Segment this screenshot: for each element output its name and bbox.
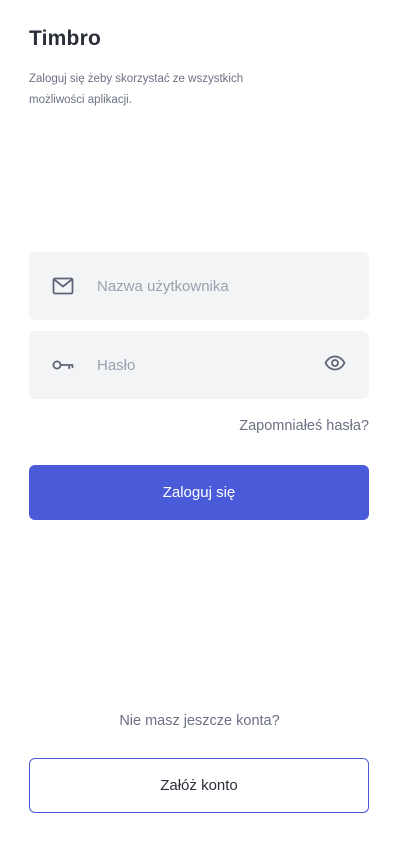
login-button[interactable]: Zaloguj się: [29, 465, 369, 520]
forgot-password-link[interactable]: Zapomniałeś hasła?: [239, 418, 369, 434]
eye-icon: [324, 355, 346, 376]
key-icon: [52, 354, 74, 376]
app-title: Timbro: [29, 27, 101, 50]
password-input[interactable]: [97, 331, 317, 399]
username-input[interactable]: [97, 252, 317, 320]
username-field[interactable]: [29, 252, 369, 320]
app-subtitle: Zaloguj się żeby skorzystać ze wszystkic…: [29, 73, 244, 106]
create-account-button[interactable]: Załóż konto: [29, 758, 369, 813]
show-password-toggle[interactable]: [323, 353, 347, 377]
mail-icon: [52, 275, 74, 297]
no-account-text: Nie masz jeszcze konta?: [119, 713, 280, 729]
password-field[interactable]: [29, 331, 369, 399]
